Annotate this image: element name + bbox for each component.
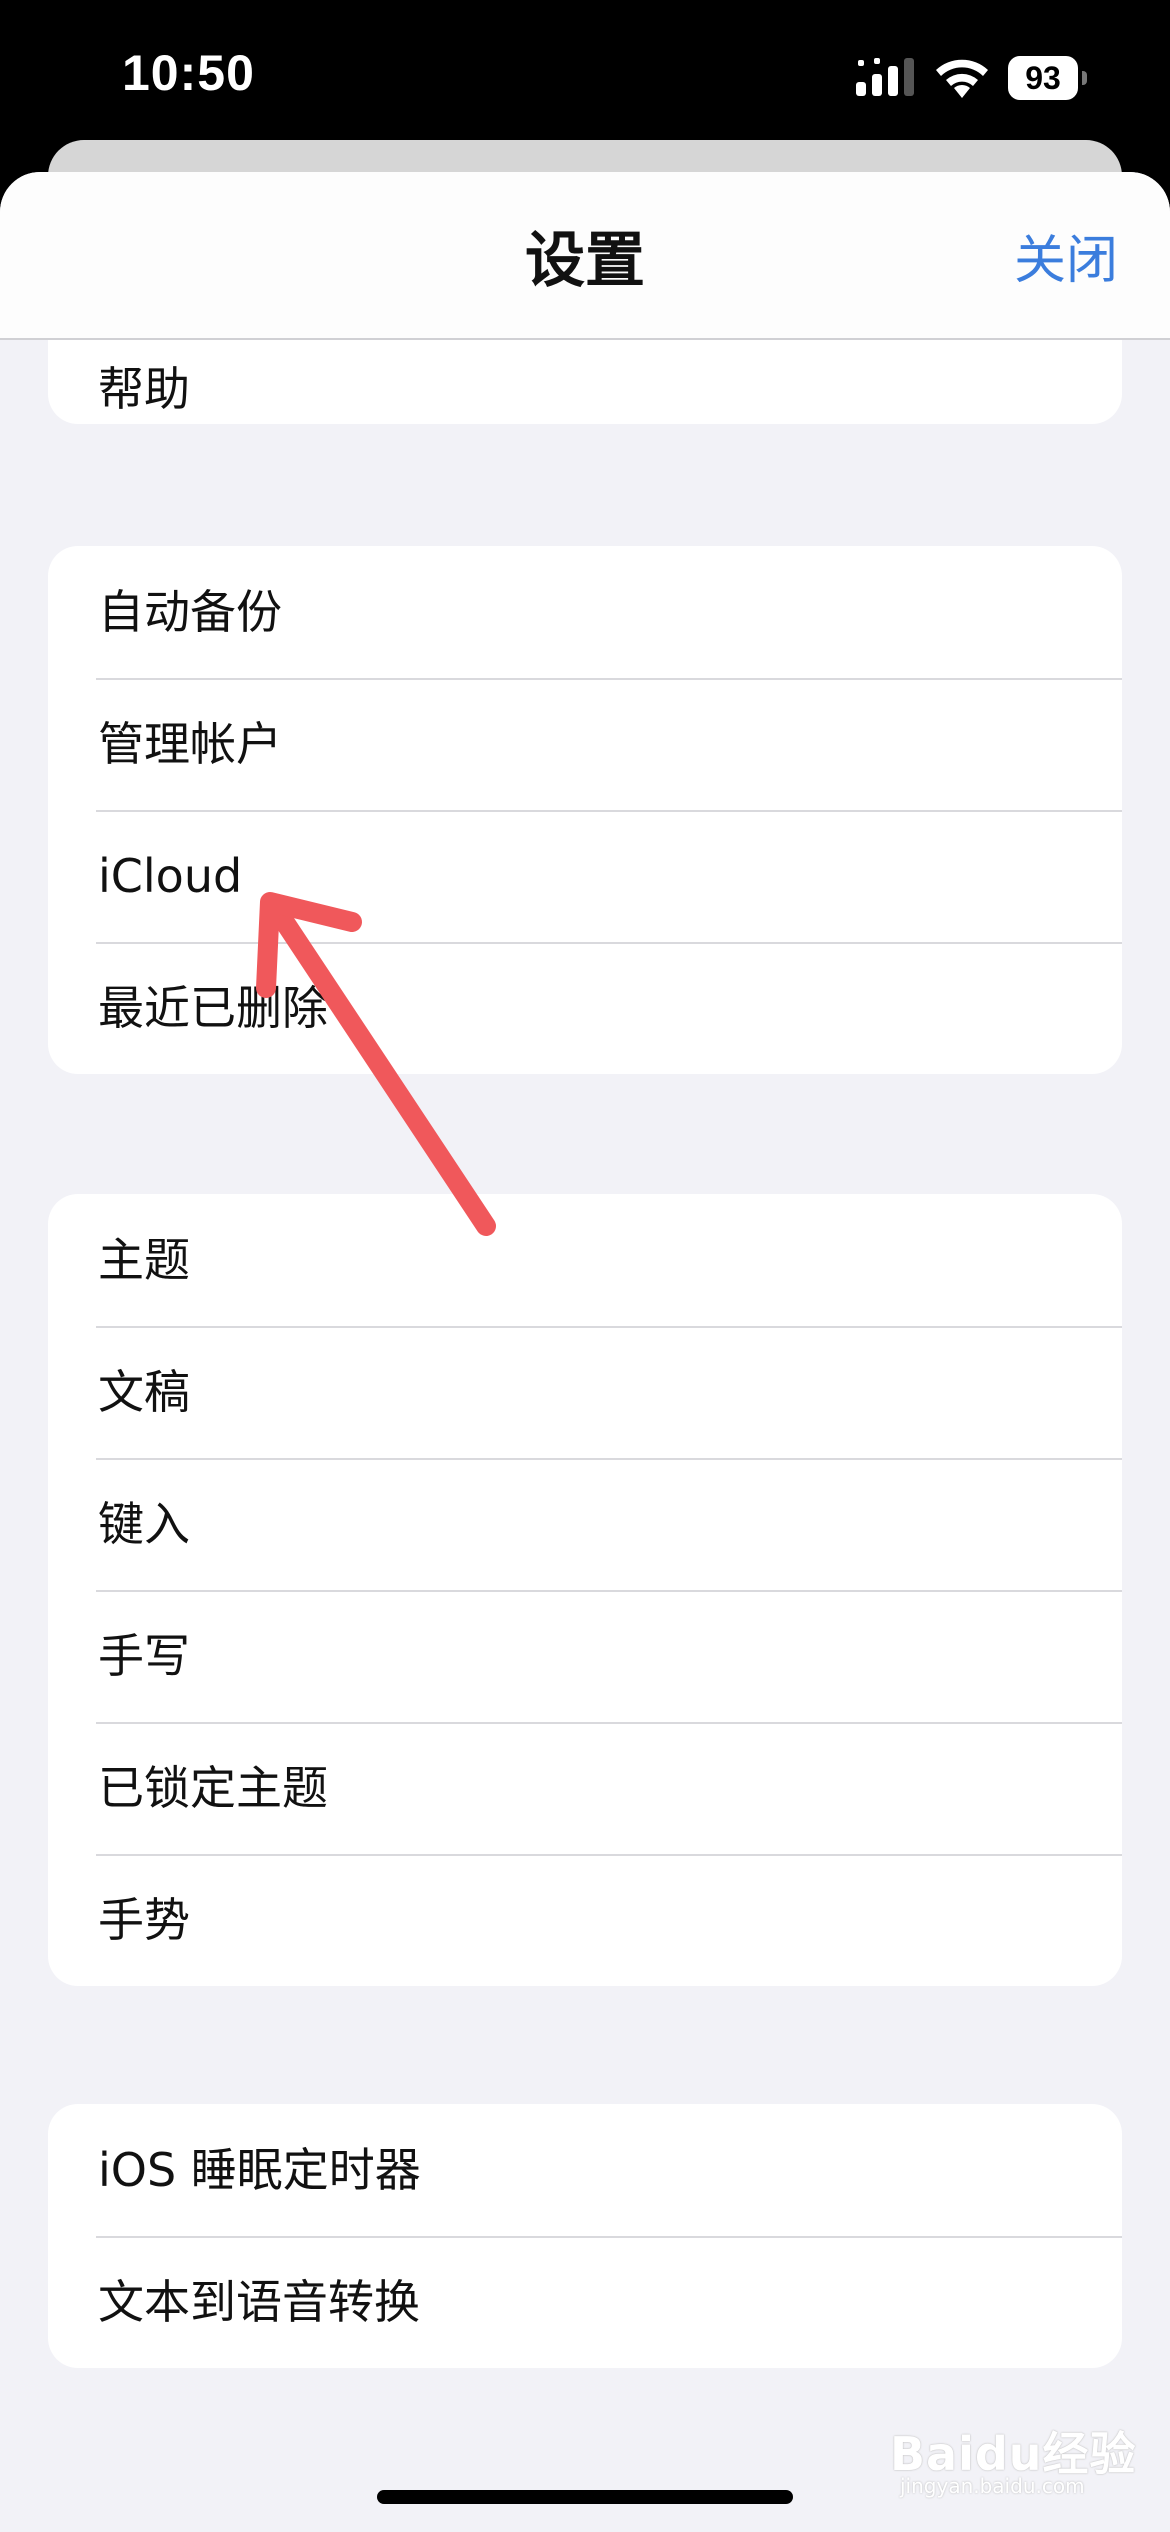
settings-row-label: 键入 — [98, 1497, 190, 1551]
settings-row-label: 手势 — [98, 1893, 190, 1947]
settings-row-label: 自动备份 — [98, 585, 282, 639]
settings-row-label: 文稿 — [98, 1365, 190, 1419]
battery-level: 93 — [1008, 56, 1078, 100]
settings-group-preferences: 主题 文稿 键入 手写 已锁定主题 手势 — [48, 1194, 1122, 1986]
page-title: 设置 — [525, 226, 645, 296]
settings-row-label: 管理帐户 — [98, 717, 282, 771]
settings-row-label: 已锁定主题 — [98, 1761, 328, 1815]
watermark-url: jingyan.baidu.com — [900, 2474, 1085, 2498]
settings-row-label: 最近已删除 — [98, 981, 328, 1035]
close-button[interactable]: 关闭 — [1014, 218, 1118, 293]
settings-row-auto-backup[interactable]: 自动备份 — [48, 546, 1122, 678]
wifi-icon — [936, 59, 988, 98]
settings-row-label: 主题 — [98, 1233, 190, 1287]
settings-row-typing[interactable]: 键入 — [48, 1458, 1122, 1590]
settings-group-audio: iOS 睡眠定时器 文本到语音转换 — [48, 2104, 1122, 2368]
settings-row-label: 帮助 — [98, 362, 190, 416]
settings-group-account: 自动备份 管理帐户 iCloud 最近已删除 — [48, 546, 1122, 1074]
battery-icon: 93 — [1008, 56, 1088, 100]
settings-row-documents[interactable]: 文稿 — [48, 1326, 1122, 1458]
settings-row-handwriting[interactable]: 手写 — [48, 1590, 1122, 1722]
settings-row-theme[interactable]: 主题 — [48, 1194, 1122, 1326]
settings-row-icloud[interactable]: iCloud — [48, 810, 1122, 942]
settings-row-label: iCloud — [98, 849, 243, 903]
clock: 10:50 — [122, 45, 255, 101]
settings-row-sleep-timer[interactable]: iOS 睡眠定时器 — [48, 2104, 1122, 2236]
navigation-bar: 设置 关闭 — [0, 172, 1170, 340]
settings-row-locked-themes[interactable]: 已锁定主题 — [48, 1722, 1122, 1854]
settings-row-label: 手写 — [98, 1629, 190, 1683]
home-indicator[interactable] — [377, 2490, 793, 2504]
status-bar: 10:50 93 — [0, 0, 1170, 150]
settings-row-manage-account[interactable]: 管理帐户 — [48, 678, 1122, 810]
settings-row-label: 文本到语音转换 — [98, 2275, 420, 2329]
cellular-signal-icon — [856, 58, 914, 96]
settings-row-label: iOS 睡眠定时器 — [98, 2143, 421, 2197]
settings-row-text-to-speech[interactable]: 文本到语音转换 — [48, 2236, 1122, 2368]
settings-sheet: 设置 关闭 帮助 自动备份 管理帐户 iCloud 最近已删除 主题 文稿 键入… — [0, 172, 1170, 2532]
settings-row-recently-deleted[interactable]: 最近已删除 — [48, 942, 1122, 1074]
settings-row-gestures[interactable]: 手势 — [48, 1854, 1122, 1986]
